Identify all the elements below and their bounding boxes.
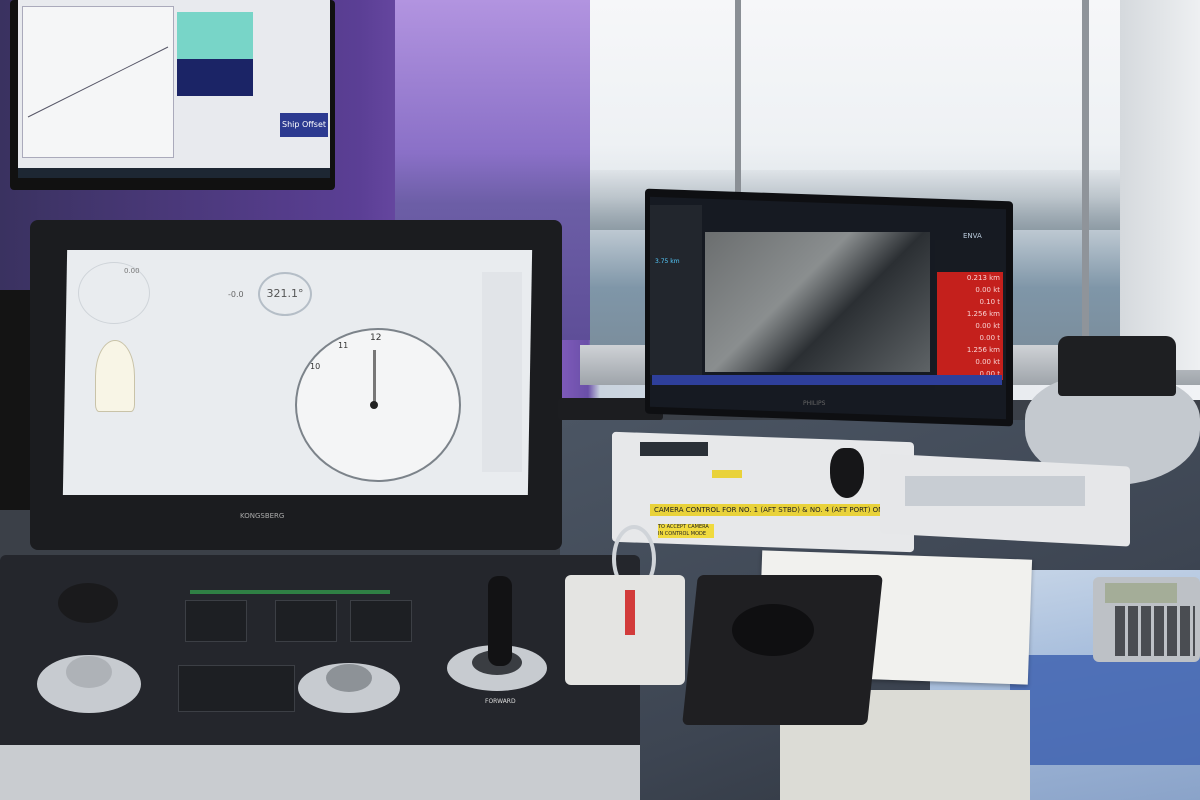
console-trim bbox=[0, 745, 640, 800]
mouse[interactable] bbox=[732, 604, 814, 656]
plot-area bbox=[22, 6, 174, 158]
dial-hub bbox=[370, 401, 378, 409]
calculator-keys[interactable] bbox=[1115, 606, 1195, 656]
radar-sidebar[interactable] bbox=[650, 205, 702, 375]
warning-sticker: TO ACCEPT CAMERA IN CONTROL MODE bbox=[658, 524, 714, 538]
target-reading: 1.256 km bbox=[937, 344, 1003, 356]
target-reading: 0.00 kt bbox=[937, 284, 1003, 296]
window-frame bbox=[1082, 0, 1089, 350]
radar-brand: ENVA bbox=[963, 232, 982, 240]
status-navy-panel bbox=[177, 59, 253, 96]
heading-readout: 321.1° bbox=[258, 272, 312, 316]
compass-dial bbox=[295, 328, 461, 482]
controller-display bbox=[640, 442, 708, 456]
trackball[interactable] bbox=[326, 664, 372, 692]
speed-readout: 0.00 bbox=[124, 267, 140, 275]
keypad[interactable] bbox=[185, 600, 247, 642]
dial-label: 12 bbox=[370, 333, 382, 343]
trackball[interactable] bbox=[66, 656, 112, 688]
range-readout: 3.75 km bbox=[655, 258, 680, 265]
ship-hull-icon bbox=[95, 340, 135, 412]
status-cyan-panel bbox=[177, 12, 253, 59]
dial-label: 11 bbox=[338, 341, 349, 350]
joystick[interactable] bbox=[488, 576, 512, 666]
pillar bbox=[1120, 0, 1200, 370]
monitor-logo: PHILIPS bbox=[803, 400, 826, 407]
keypad[interactable] bbox=[350, 600, 412, 642]
target-reading: 1.256 km bbox=[937, 308, 1003, 320]
target-reading: 0.00 kt bbox=[937, 320, 1003, 332]
target-reading: 0.00 t bbox=[937, 332, 1003, 344]
target-reading: 0.213 km bbox=[937, 272, 1003, 284]
keypad[interactable] bbox=[275, 600, 337, 642]
controller-screen bbox=[905, 476, 1085, 506]
dial-needle bbox=[373, 350, 376, 405]
side-button-column[interactable] bbox=[482, 272, 522, 472]
satellite-map[interactable] bbox=[705, 232, 930, 372]
red-marker bbox=[625, 590, 635, 635]
dial-label: 10 bbox=[310, 362, 321, 371]
target-reading: 0.10 t bbox=[937, 296, 1003, 308]
target-reading: 0.00 kt bbox=[937, 356, 1003, 368]
controller-key[interactable] bbox=[712, 470, 742, 478]
radar-status-bar bbox=[652, 375, 1002, 385]
calculator-display bbox=[1105, 583, 1177, 603]
indicator-led-bar bbox=[190, 590, 390, 594]
ship-offset-button[interactable]: Ship Offset bbox=[280, 113, 328, 137]
camera-joystick[interactable] bbox=[830, 448, 864, 498]
console-mouse[interactable] bbox=[58, 583, 118, 623]
keypad[interactable] bbox=[178, 665, 295, 712]
plot-line bbox=[27, 46, 169, 118]
camera-control-label: CAMERA CONTROL FOR NO. 1 (AFT STBD) & NO… bbox=[650, 504, 912, 516]
dome-cover bbox=[1058, 336, 1176, 396]
monitor-logo: KONGSBERG bbox=[240, 512, 285, 520]
forward-label: FORWARD bbox=[485, 698, 516, 705]
rot-readout: -0.0 bbox=[228, 290, 244, 299]
chart-water-area bbox=[1010, 655, 1200, 765]
taskbar bbox=[18, 168, 330, 178]
